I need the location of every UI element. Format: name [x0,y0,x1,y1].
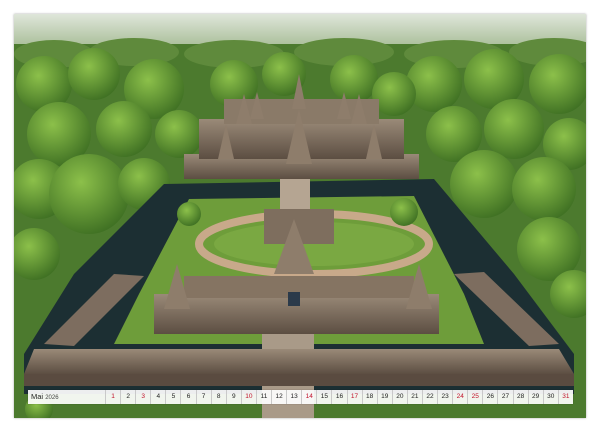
calendar-day: 22 [421,390,437,404]
calendar-day: 21 [406,390,422,404]
calendar-strip: Mai 2026 1 2 3 4 5 6 7 8 9 10 11 12 13 14 15 16 17 18 19 20… [28,390,573,404]
calendar-day: 25 [467,390,482,404]
calendar-day: 12 [271,390,286,404]
calendar-day: 5 [165,390,180,404]
calendar-day: 19 [376,390,392,404]
calendar-day: 20 [391,390,407,404]
calendar-day: 24 [452,390,467,404]
calendar-day: 6 [180,390,195,404]
calendar-day: 23 [437,390,452,404]
calendar-days: 1 2 3 4 5 6 7 8 9 10 11 12 13 14 15 16 17 18 19 20 21 22 23 24 2… [105,390,573,404]
calendar-day: 18 [361,390,377,404]
calendar-day: 14 [301,390,316,404]
calendar-day: 30 [542,390,558,404]
calendar-day: 9 [225,390,241,404]
calendar-day: 13 [286,390,301,404]
temple-photo [14,14,586,418]
calendar-day: 7 [195,390,211,404]
calendar-day: 17 [346,390,362,404]
calendar-day: 1 [105,390,120,404]
calendar-day: 16 [331,390,346,404]
calendar-month: Mai 2026 [28,390,105,404]
calendar-day: 8 [210,390,226,404]
temple-aerial-illustration [14,14,586,418]
calendar-day: 3 [135,390,150,404]
calendar-day: 31 [557,390,573,404]
year-label: 2026 [45,395,59,401]
calendar-day: 2 [120,390,135,404]
month-name: Mai [31,392,44,401]
calendar-day: 15 [316,390,331,404]
calendar-day: 26 [482,390,497,404]
calendar-day: 10 [240,390,256,404]
calendar-day: 29 [527,390,543,404]
calendar-day: 27 [497,390,512,404]
calendar-day: 4 [150,390,165,404]
calendar-day: 11 [255,390,271,404]
calendar-day: 28 [512,390,528,404]
